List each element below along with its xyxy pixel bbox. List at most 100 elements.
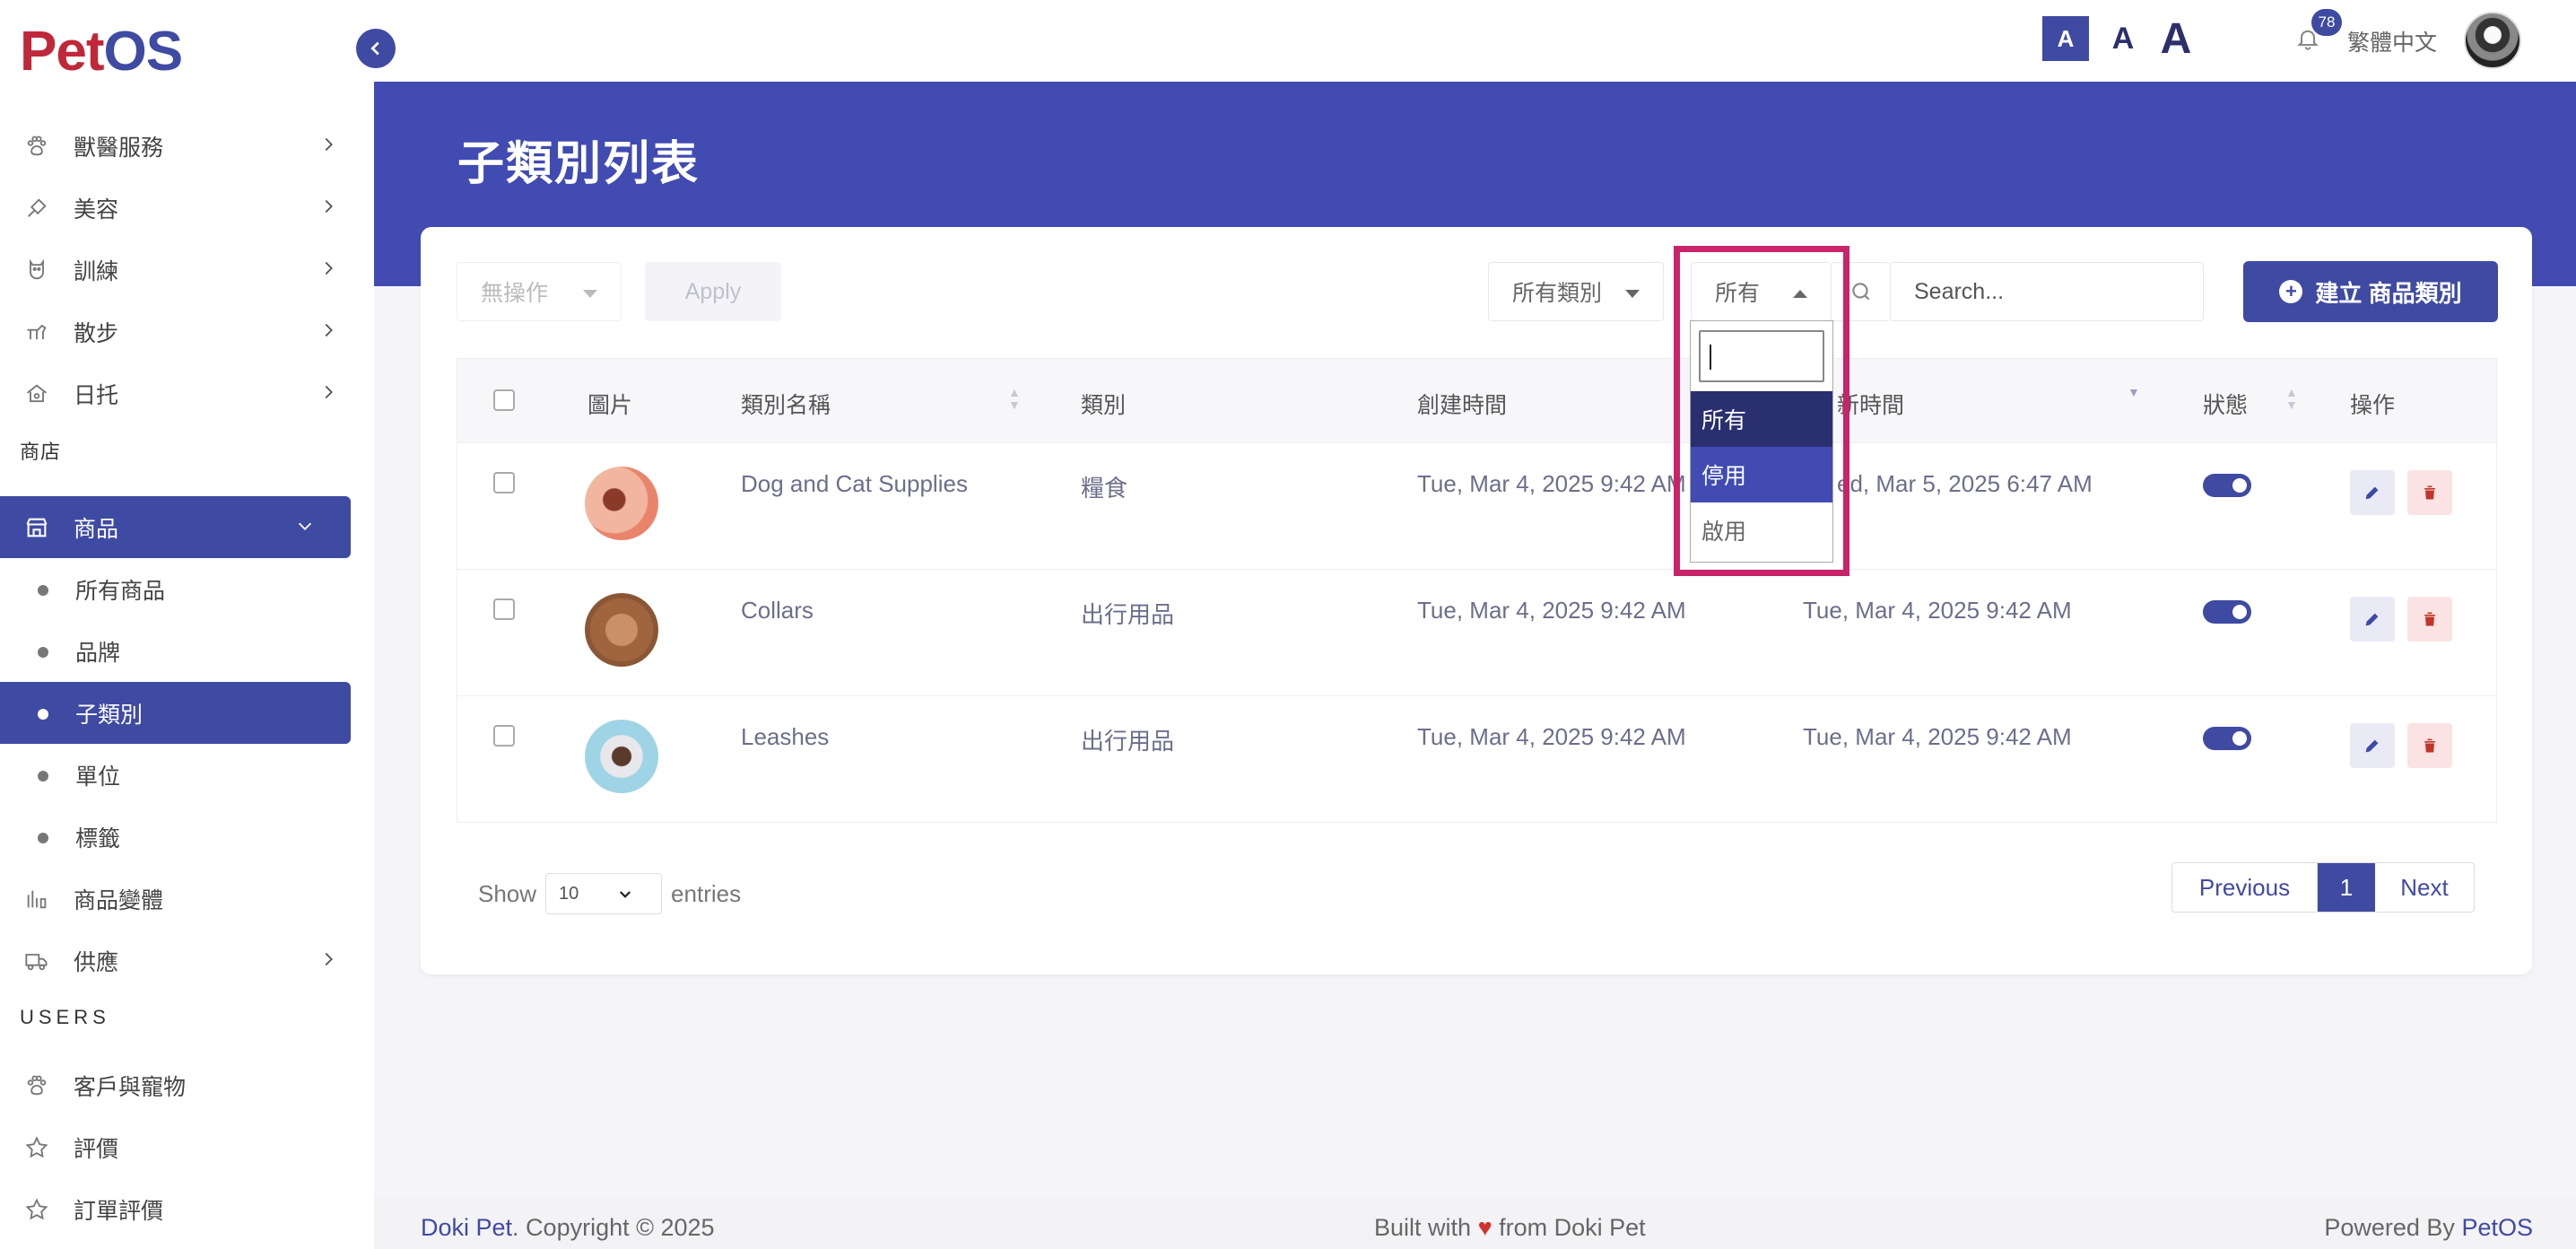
edit-button[interactable] [2350,723,2395,768]
sidebar-item-training[interactable]: 訓練 [0,239,374,301]
chevron-down-icon [295,516,315,542]
row-checkbox[interactable] [493,598,515,620]
category-type: 糧食 [1081,475,1128,502]
row-checkbox[interactable] [493,725,515,747]
status-toggle[interactable] [2203,474,2251,497]
next-page-button[interactable]: Next [2375,863,2474,912]
font-size-small-button[interactable]: A [2042,16,2089,61]
font-size-large-button[interactable]: A [2155,15,2197,63]
sidebar-section-store: 商店 [20,441,62,463]
updated-time: ed, Mar 5, 2025 6:47 AM [1837,470,2093,497]
previous-page-button[interactable]: Previous [2172,863,2318,912]
store-icon [23,514,50,541]
pet-house-icon [23,380,50,407]
user-avatar[interactable] [2464,12,2521,69]
sidebar-subitem-subcategories[interactable]: 子類別 [0,682,351,744]
dog-walk-icon [23,319,50,345]
header-actions: 操作 [2350,393,2396,418]
trash-icon [2424,738,2435,753]
header-updated[interactable]: 新時間 [1837,388,1904,420]
header-created[interactable]: 創建時間 [1417,388,1507,420]
sort-icon[interactable]: ▲ ▼ [2285,386,2298,411]
bulk-action-select[interactable]: 無操作 [457,262,622,321]
bullet-icon [38,709,48,720]
category-thumbnail [585,593,658,667]
sidebar-subitem-brands[interactable]: 品牌 [0,620,374,682]
status-filter-select[interactable]: 所有 [1691,262,1831,321]
star-icon [23,1196,50,1223]
header-category[interactable]: 類別 [1081,388,1126,420]
category-thumbnail [585,720,658,793]
header-name[interactable]: 類別名稱 [741,388,831,420]
sidebar-item-order-reviews[interactable]: 訂單評價 [0,1178,374,1240]
create-category-button[interactable]: + 建立 商品類別 [2243,261,2498,322]
sidebar-item-products[interactable]: 商品 [0,496,351,558]
chevron-right-icon [318,320,338,346]
footer-copyright: Doki Pet. Copyright © 2025 [421,1214,715,1241]
page-1-button[interactable]: 1 [2318,863,2375,912]
sidebar-item-label: 美容 [74,197,119,223]
search-input[interactable]: Search... [1890,262,2204,321]
dropdown-search-input[interactable] [1699,330,1824,382]
content-card: 無操作 Apply 所有類別 所有 Search... + 建立 商品類別 圖片 … [421,227,2532,974]
bullet-icon [38,647,48,658]
status-toggle[interactable] [2203,600,2251,624]
sidebar-item-label: 獸醫服務 [74,135,164,161]
sidebar-item-label: 日托 [74,382,119,408]
sidebar-item-grooming[interactable]: 美容 [0,177,374,239]
apply-button[interactable]: Apply [645,262,781,321]
font-size-medium-button[interactable]: A [2105,16,2141,61]
pencil-icon [2365,739,2379,753]
footer-petos-link[interactable]: PetOS [2461,1214,2533,1241]
sidebar-collapse-button[interactable] [356,29,396,68]
delete-button[interactable] [2407,597,2452,642]
page-footer: Doki Pet. Copyright © 2025 Built with ♥ … [374,1198,2576,1249]
delete-button[interactable] [2407,723,2452,768]
sidebar-item-walking[interactable]: 散步 [0,301,374,362]
row-checkbox[interactable] [493,472,515,493]
trash-icon [2424,612,2435,626]
header-status[interactable]: 狀態 [2203,388,2248,420]
sidebar-item-label: 商品 [74,516,119,542]
sidebar-item-vet[interactable]: 獸醫服務 [0,115,374,177]
sort-icon[interactable]: ▲ ▼ [1008,386,1021,411]
sort-desc-icon[interactable]: ▼ [2128,386,2140,398]
language-switcher[interactable]: 繁體中文 [2347,25,2437,57]
page-size-select[interactable]: 10 [545,873,663,914]
sidebar-item-customers[interactable]: 客戶與寵物 [0,1054,374,1116]
edit-button[interactable] [2350,597,2395,642]
updated-time: Tue, Mar 4, 2025 9:42 AM [1803,597,2072,624]
chevron-right-icon [318,197,338,223]
dropdown-option-all[interactable]: 所有 [1691,391,1832,447]
notification-badge: 78 [2311,9,2342,36]
edit-button[interactable] [2350,470,2395,515]
sidebar-item-label: 訓練 [74,258,119,284]
app-logo[interactable]: Pet OS [20,20,183,83]
footer-brand-link[interactable]: Doki Pet [421,1214,512,1241]
dropdown-option-disabled[interactable]: 停用 [1691,447,1832,502]
sidebar-subitem-tags[interactable]: 標籤 [0,806,374,868]
sidebar-subitem-all-products[interactable]: 所有商品 [0,558,374,620]
status-toggle[interactable] [2203,727,2251,750]
variants-icon [23,886,50,913]
category-filter-select[interactable]: 所有類別 [1488,262,1664,321]
select-all-checkbox[interactable] [493,389,515,411]
subcategory-table: 圖片 類別名稱 ▲ ▼ 類別 創建時間 新時間 ▼ 狀態 ▲ ▼ 操作 Dog an… [457,358,2497,823]
dog-icon [23,257,50,284]
caret-up-icon [1793,290,1807,298]
status-dropdown-menu: 所有 停用 啟用 [1690,320,1833,563]
delete-button[interactable] [2407,470,2452,515]
chevron-left-icon [370,41,379,56]
sidebar-subitem-units[interactable]: 單位 [0,744,374,806]
sidebar-item-supply[interactable]: 供應 [0,930,374,991]
dropdown-option-enabled[interactable]: 啟用 [1691,502,1832,558]
sidebar-item-reviews[interactable]: 評價 [0,1116,374,1178]
sidebar-item-label: 散步 [74,320,119,346]
sidebar: Pet OS 獸醫服務 美容 訓練 散步 日托 商店 商品 所有商品 品牌 子類… [0,0,374,1249]
category-name: Collars [741,597,814,624]
sidebar-item-daycare[interactable]: 日托 [0,362,374,424]
created-time: Tue, Mar 4, 2025 9:42 AM [1417,723,1686,750]
pencil-icon [2365,486,2379,500]
sidebar-item-variants[interactable]: 商品變體 [0,868,374,930]
paw-icon [23,133,50,160]
